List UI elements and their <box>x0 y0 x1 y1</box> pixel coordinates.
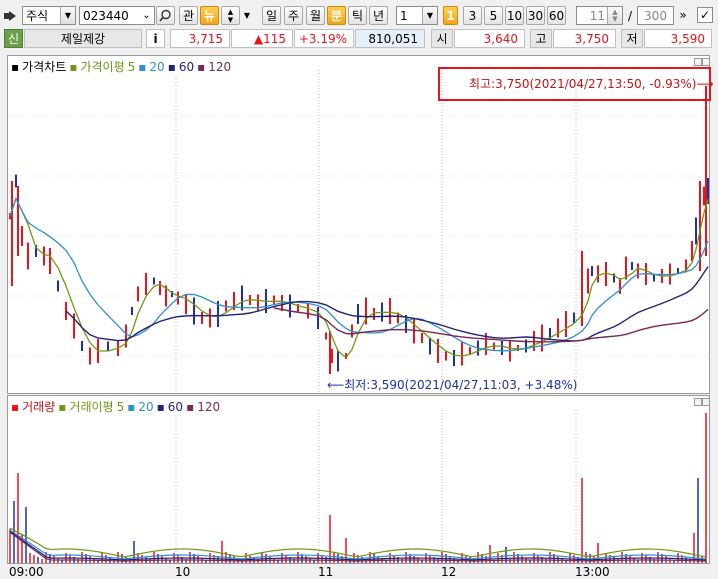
ma5-line <box>9 196 709 359</box>
arrow-menu-icon[interactable] <box>3 6 19 25</box>
price-ma-label: 가격이평 <box>80 60 125 74</box>
minute-5-button[interactable]: 5 <box>484 6 503 25</box>
price-ma5-label: 5 <box>127 59 136 74</box>
low-price: 3,590 <box>644 29 712 48</box>
minute-1-button[interactable]: 1 <box>443 6 458 25</box>
volume-ma60-label: 60 <box>167 399 184 414</box>
period-day[interactable]: 일 <box>262 6 281 25</box>
max-price-annotation: 최고:3,750(2021/04/27,13:50, -0.93%)⟶ <box>469 77 714 91</box>
panel-minimize-icon[interactable] <box>694 58 702 66</box>
checkbox[interactable]: ✓ <box>697 7 713 23</box>
legend-mark: ▪ <box>156 399 165 414</box>
x-tick: 10 <box>175 565 191 579</box>
price-legend: ▪ 가격차트 ▪ 가격이평 5 ▪ 20 ▪ 60 ▪ 120 <box>11 58 232 75</box>
volume-chart-canvas[interactable] <box>8 396 709 563</box>
price-ma120-label: 120 <box>208 59 232 74</box>
legend-mark: ▪ <box>11 399 20 414</box>
legend-mark: ▪ <box>127 399 136 414</box>
spin-up-icon[interactable]: ▲ <box>228 8 233 16</box>
period-tick[interactable]: 틱 <box>348 6 367 25</box>
chevron-down-icon[interactable]: ▼ <box>422 7 437 24</box>
current-price: 3,715 <box>170 29 230 48</box>
minute-10-button[interactable]: 10 <box>505 6 524 25</box>
trade-volume: 810,051 <box>355 29 425 48</box>
price-ma20-label: 20 <box>149 59 165 74</box>
volume-ma120-label: 120 <box>197 399 221 414</box>
period-minute[interactable]: 분 <box>327 6 346 25</box>
stock-name: 제일제강 <box>24 29 142 48</box>
price-ma60-label: 60 <box>178 59 195 74</box>
open-label: 시 <box>431 29 453 48</box>
code-input-value: 023440 <box>83 8 129 23</box>
info-button[interactable]: i <box>146 29 165 48</box>
period-year[interactable]: 년 <box>369 6 388 25</box>
x-tick: 11 <box>318 565 334 579</box>
ma20-line <box>9 196 709 352</box>
code-input[interactable]: 023440 ⌄ <box>79 6 155 25</box>
chevron-down-icon[interactable]: ⌄ <box>139 7 154 24</box>
volume-ma5-label: 5 <box>116 399 125 414</box>
interval-value: 1 <box>400 8 408 23</box>
panel-minimize-icon[interactable] <box>694 398 702 406</box>
legend-mark: ▪ <box>167 59 176 74</box>
up-down-spinner[interactable]: ▲ ▼ <box>221 6 240 25</box>
period-week[interactable]: 주 <box>284 6 303 25</box>
stepper-arrows-icon[interactable]: ▲ ▼ <box>607 7 622 24</box>
x-tick: 12 <box>441 565 457 579</box>
volume-chart-panel[interactable]: ▪ 거래량 ▪ 거래이평 5 ▪ 20 ▪ 60 ▪ 120 <box>7 395 710 564</box>
price-chart-panel[interactable]: ▪ 가격차트 ▪ 가격이평 5 ▪ 20 ▪ 60 ▪ 120 <box>7 55 711 394</box>
x-tick: 09:00 <box>9 565 44 579</box>
change-percent: +3.19% <box>294 29 354 48</box>
volume-legend: ▪ 거래량 ▪ 거래이평 5 ▪ 20 ▪ 60 ▪ 120 <box>11 398 221 415</box>
price-chart-canvas[interactable] <box>8 56 709 393</box>
legend-mark: ▪ <box>58 399 67 414</box>
market-select-value: 주식 <box>26 9 49 23</box>
period-month[interactable]: 월 <box>306 6 325 25</box>
expand-icon[interactable]: » <box>676 6 690 25</box>
minute-3-button[interactable]: 3 <box>463 6 482 25</box>
volume-ma20-label: 20 <box>138 399 154 414</box>
time-axis: 09:00 10 11 12 13:00 <box>0 564 718 579</box>
watchlist-button[interactable]: 관 <box>179 6 198 25</box>
count-stepper[interactable]: 11 ▲ ▼ <box>576 6 623 25</box>
panel-close-icon[interactable] <box>702 398 710 406</box>
total-count-input[interactable]: 300 <box>637 6 674 25</box>
count-separator: / <box>627 8 633 23</box>
spin-down-icon[interactable]: ▼ <box>228 16 233 24</box>
count-value: 11 <box>589 8 605 23</box>
high-label: 고 <box>530 29 552 48</box>
news-button[interactable]: 뉴 <box>200 6 219 25</box>
high-price: 3,750 <box>553 29 616 48</box>
quote-bar: 신 제일제강 i 3,715 ▲115 +3.19% 810,051 시 3,6… <box>0 28 718 50</box>
x-tick: 13:00 <box>575 565 610 579</box>
low-label: 저 <box>621 29 643 48</box>
legend-mark: ▪ <box>69 59 78 74</box>
vol-ma5-line <box>9 527 707 558</box>
market-select[interactable]: 주식 ▼ <box>22 6 76 25</box>
legend-mark: ▪ <box>11 59 20 74</box>
min-price-annotation: ⟵최저:3,590(2021/04/27,11:03, +3.48%) <box>327 378 578 392</box>
chevron-down-icon[interactable]: ▼ <box>242 6 252 25</box>
price-legend-title: 가격차트 <box>22 60 67 74</box>
minute-30-button[interactable]: 30 <box>526 6 545 25</box>
volume-legend-title: 거래량 <box>22 400 56 414</box>
volume-ma-label: 거래이평 <box>69 400 114 414</box>
credit-badge: 신 <box>4 29 23 48</box>
chevron-down-icon[interactable]: ▼ <box>60 7 75 24</box>
price-change: ▲115 <box>231 29 293 48</box>
legend-mark: ▪ <box>197 59 206 74</box>
legend-mark: ▪ <box>138 59 147 74</box>
minute-60-button[interactable]: 60 <box>547 6 566 25</box>
interval-select[interactable]: 1 ▼ <box>396 6 438 25</box>
open-price: 3,640 <box>454 29 525 48</box>
legend-mark: ▪ <box>186 399 195 414</box>
search-icon <box>159 9 171 22</box>
search-button[interactable] <box>156 6 175 25</box>
panel-close-icon[interactable] <box>702 58 710 66</box>
